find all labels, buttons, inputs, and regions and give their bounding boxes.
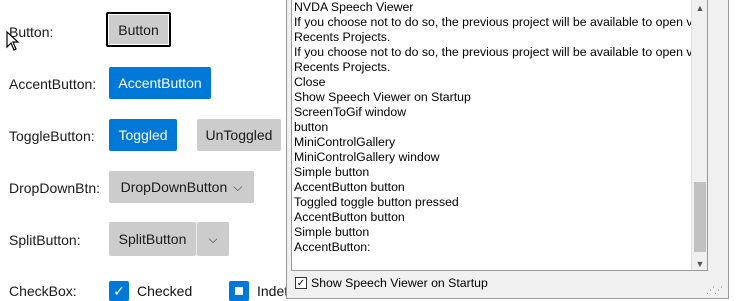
speech-line: Simple button xyxy=(294,225,370,239)
accent-row-label: AccentButton: xyxy=(9,76,97,92)
untoggled-button[interactable]: UnToggled xyxy=(197,119,281,151)
speech-line: Recents Projects. xyxy=(294,60,391,74)
speech-viewer-lines: NVDA Speech Viewer If you choose not to d… xyxy=(292,0,707,255)
checkmark-icon: ✓ xyxy=(113,282,125,299)
speech-line: AccentButton button xyxy=(294,210,405,224)
simple-button[interactable]: Button xyxy=(106,12,171,47)
resize-grip-icon[interactable]: ⋰⋰ xyxy=(706,285,723,296)
speech-line: Show Speech Viewer on Startup xyxy=(294,90,471,104)
startup-checkbox-row[interactable]: ✓ Show Speech Viewer on Startup xyxy=(295,276,488,290)
speech-line: Recents Projects. xyxy=(294,30,391,44)
split-button-dropdown[interactable]: ⌵ xyxy=(197,222,229,256)
accent-button[interactable]: AccentButton xyxy=(109,67,211,99)
indeterminate-checkbox[interactable] xyxy=(229,281,249,301)
checkbox-row-label: CheckBox: xyxy=(9,283,77,299)
speech-line: NVDA Speech Viewer xyxy=(294,0,414,14)
speech-line: MiniControlGallery xyxy=(294,135,396,149)
speech-line: Simple button xyxy=(294,165,370,179)
dropdown-button-label: DropDownButton xyxy=(120,179,228,195)
toggle-row-label: ToggleButton: xyxy=(9,128,95,144)
scroll-down-icon[interactable]: ▼ xyxy=(692,256,707,270)
speech-line: MiniControlGallery window xyxy=(294,150,440,164)
indeterminate-mark-icon xyxy=(235,287,243,295)
speech-line: Toggled toggle button pressed xyxy=(294,195,459,209)
scroll-up-icon[interactable]: ▲ xyxy=(692,0,707,16)
speech-line: button xyxy=(294,120,329,134)
checkmark-icon: ✓ xyxy=(296,277,306,289)
speech-line: Close xyxy=(294,75,326,89)
checked-checkbox-label: Checked xyxy=(137,283,193,299)
speech-line: AccentButton: xyxy=(294,240,371,254)
speech-line: If you choose not to do so, the previous… xyxy=(294,15,703,29)
dropdown-button[interactable]: DropDownButton ⌵ xyxy=(109,171,254,203)
speech-viewer-textbox[interactable]: NVDA Speech Viewer If you choose not to d… xyxy=(291,0,708,271)
speech-line: If you choose not to do so, the previous… xyxy=(294,45,703,59)
speech-line: AccentButton button xyxy=(294,180,405,194)
startup-checkbox-label: Show Speech Viewer on Startup xyxy=(311,276,488,290)
speech-line: ScreenToGif window xyxy=(294,105,407,119)
split-button-main[interactable]: SplitButton xyxy=(109,222,196,256)
startup-checkbox[interactable]: ✓ xyxy=(295,277,307,289)
dropdown-row-label: DropDownBtn: xyxy=(9,180,101,196)
mouse-cursor-icon xyxy=(6,31,20,51)
scrollbar-thumb[interactable] xyxy=(694,182,706,252)
chevron-down-icon: ⌵ xyxy=(208,231,218,246)
vertical-scrollbar[interactable]: ▲ ▼ xyxy=(691,0,707,270)
indeterminate-checkbox-label: Indet xyxy=(257,283,289,299)
toggled-button[interactable]: Toggled xyxy=(109,119,177,151)
chevron-down-icon: ⌵ xyxy=(233,179,243,194)
split-row-label: SplitButton: xyxy=(9,232,81,248)
speech-viewer-window: NVDA Speech Viewer If you choose not to d… xyxy=(286,0,729,299)
checked-checkbox[interactable]: ✓ xyxy=(109,281,129,301)
